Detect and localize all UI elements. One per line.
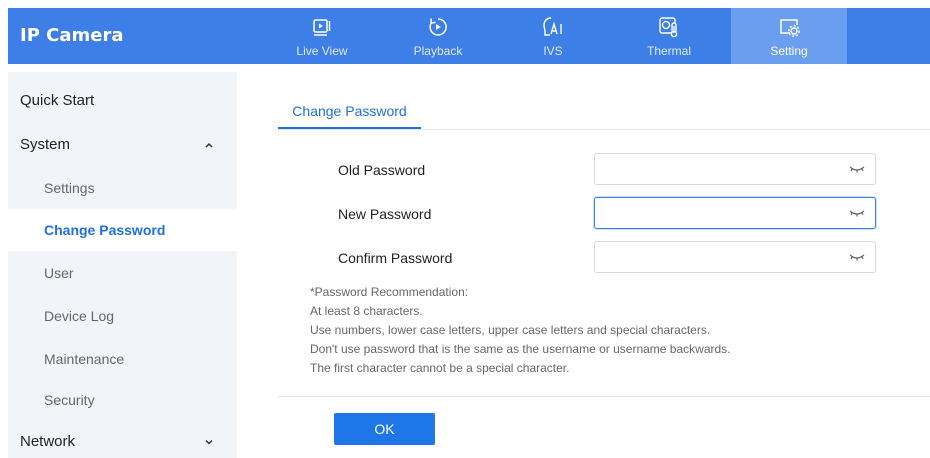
- playback-icon: [429, 18, 447, 36]
- nav-setting[interactable]: Setting: [731, 8, 847, 64]
- confirm-password-field: [594, 241, 876, 273]
- nav-label: Playback: [413, 44, 463, 58]
- new-password-field: [594, 197, 876, 229]
- sidebar: Quick Start System Settings Change Passw…: [8, 72, 237, 458]
- nav-label: Live View: [296, 44, 348, 58]
- sidebar-item-quick-start[interactable]: Quick Start: [8, 80, 237, 122]
- top-nav-bar: IP Camera Live View Playback IVS Thermal…: [8, 8, 930, 64]
- sidebar-item-user[interactable]: User: [8, 252, 237, 294]
- app-title: IP Camera: [20, 25, 124, 46]
- eye-closed-icon[interactable]: [849, 251, 865, 263]
- password-recommendation-line: At least 8 characters.: [310, 304, 423, 318]
- sidebar-item-label: Device Log: [44, 308, 115, 324]
- sidebar-item-network[interactable]: Network: [8, 421, 237, 458]
- sidebar-item-label: Quick Start: [20, 92, 95, 109]
- new-password-input[interactable]: [603, 202, 839, 224]
- sidebar-item-label: Change Password: [44, 222, 166, 238]
- sidebar-item-system[interactable]: System: [8, 124, 237, 166]
- sidebar-item-device-log[interactable]: Device Log: [8, 295, 237, 337]
- nav-live-view[interactable]: Live View: [264, 8, 380, 64]
- thermal-icon: [659, 17, 678, 38]
- sidebar-item-label: User: [44, 265, 74, 281]
- sidebar-item-label: Settings: [44, 180, 95, 196]
- old-password-field: [594, 153, 876, 185]
- old-password-input[interactable]: [603, 158, 839, 180]
- sidebar-item-label: Network: [20, 433, 76, 450]
- confirm-password-label: Confirm Password: [338, 250, 453, 266]
- sidebar-item-label: System: [20, 136, 71, 153]
- old-password-label: Old Password: [338, 162, 426, 178]
- live-view-icon: [313, 19, 331, 36]
- confirm-password-input[interactable]: [603, 246, 839, 268]
- sidebar-item-label: Maintenance: [44, 351, 125, 367]
- tab-change-password[interactable]: Change Password: [278, 93, 421, 129]
- sidebar-item-security[interactable]: Security: [8, 379, 237, 421]
- ok-button[interactable]: OK: [334, 413, 435, 445]
- nav-thermal[interactable]: Thermal: [611, 8, 727, 64]
- sidebar-item-label: Security: [44, 392, 95, 408]
- sidebar-item-settings[interactable]: Settings: [8, 167, 237, 209]
- eye-closed-icon[interactable]: [849, 163, 865, 175]
- nav-label: Setting: [770, 44, 808, 58]
- ivs-icon: [543, 17, 562, 36]
- nav-label: IVS: [543, 44, 563, 58]
- sidebar-item-change-password[interactable]: Change Password: [8, 209, 237, 251]
- password-recommendation-line: Don't use password that is the same as t…: [310, 342, 731, 356]
- eye-closed-icon[interactable]: [849, 207, 865, 219]
- setting-icon: [780, 19, 800, 37]
- nav-label: Thermal: [646, 44, 691, 58]
- chevron-down-icon: [205, 439, 213, 445]
- password-recommendation-line: The first character cannot be a special …: [310, 361, 570, 375]
- sidebar-item-maintenance[interactable]: Maintenance: [8, 338, 237, 380]
- form-divider: [278, 396, 930, 397]
- password-recommendation-title: *Password Recommendation:: [310, 285, 469, 299]
- new-password-label: New Password: [338, 206, 432, 222]
- chevron-up-icon: [205, 142, 213, 148]
- tab-divider: [278, 129, 930, 130]
- nav-playback[interactable]: Playback: [380, 8, 496, 64]
- nav-ivs[interactable]: IVS: [495, 8, 611, 64]
- password-recommendation-line: Use numbers, lower case letters, upper c…: [310, 323, 711, 337]
